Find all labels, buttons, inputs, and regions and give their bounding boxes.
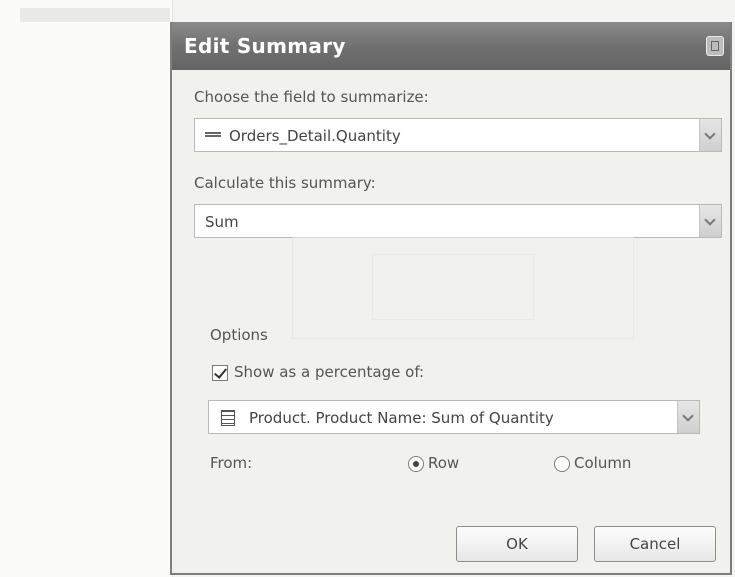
dialog-titlebar: Edit Summary bbox=[172, 22, 730, 70]
summary-grid-icon bbox=[221, 410, 235, 426]
column-radio-label: Column bbox=[574, 454, 632, 472]
close-icon bbox=[711, 41, 719, 51]
background-toolbar-strip bbox=[20, 8, 170, 22]
calc-select[interactable]: Sum bbox=[194, 204, 722, 238]
from-label: From: bbox=[210, 454, 253, 472]
row-radio[interactable] bbox=[408, 456, 424, 472]
field-label: Choose the field to summarize: bbox=[194, 88, 429, 106]
ok-button[interactable]: OK bbox=[456, 526, 578, 562]
background-ghost-frame bbox=[372, 254, 534, 320]
radio-selected-dot bbox=[413, 461, 419, 467]
row-radio-label: Row bbox=[428, 454, 460, 472]
dialog-title: Edit Summary bbox=[184, 34, 346, 58]
percentage-of-select[interactable]: Product. Product Name: Sum of Quantity bbox=[208, 400, 700, 434]
calc-select-dropdown-button[interactable] bbox=[699, 205, 721, 237]
background-panel bbox=[0, 0, 173, 577]
calc-select-value: Sum bbox=[205, 213, 239, 231]
cancel-button[interactable]: Cancel bbox=[594, 526, 716, 562]
close-button[interactable] bbox=[706, 36, 724, 56]
percentage-of-dropdown-button[interactable] bbox=[677, 401, 699, 433]
column-radio[interactable] bbox=[554, 456, 570, 472]
show-percentage-label: Show as a percentage of: bbox=[234, 363, 425, 381]
database-field-icon bbox=[205, 132, 221, 137]
options-group-label: Options bbox=[210, 326, 268, 344]
calc-label: Calculate this summary: bbox=[194, 174, 376, 192]
checkmark-icon bbox=[213, 365, 228, 379]
chevron-down-icon bbox=[704, 128, 716, 140]
edit-summary-dialog: Edit Summary Choose the field to summari… bbox=[170, 22, 732, 575]
field-select[interactable]: Orders_Detail.Quantity bbox=[194, 118, 722, 152]
chevron-down-icon bbox=[682, 410, 694, 422]
show-percentage-checkbox[interactable] bbox=[212, 365, 228, 381]
percentage-of-value: Product. Product Name: Sum of Quantity bbox=[249, 409, 554, 427]
chevron-down-icon bbox=[704, 214, 716, 226]
field-select-value: Orders_Detail.Quantity bbox=[229, 127, 401, 145]
field-select-dropdown-button[interactable] bbox=[699, 119, 721, 151]
